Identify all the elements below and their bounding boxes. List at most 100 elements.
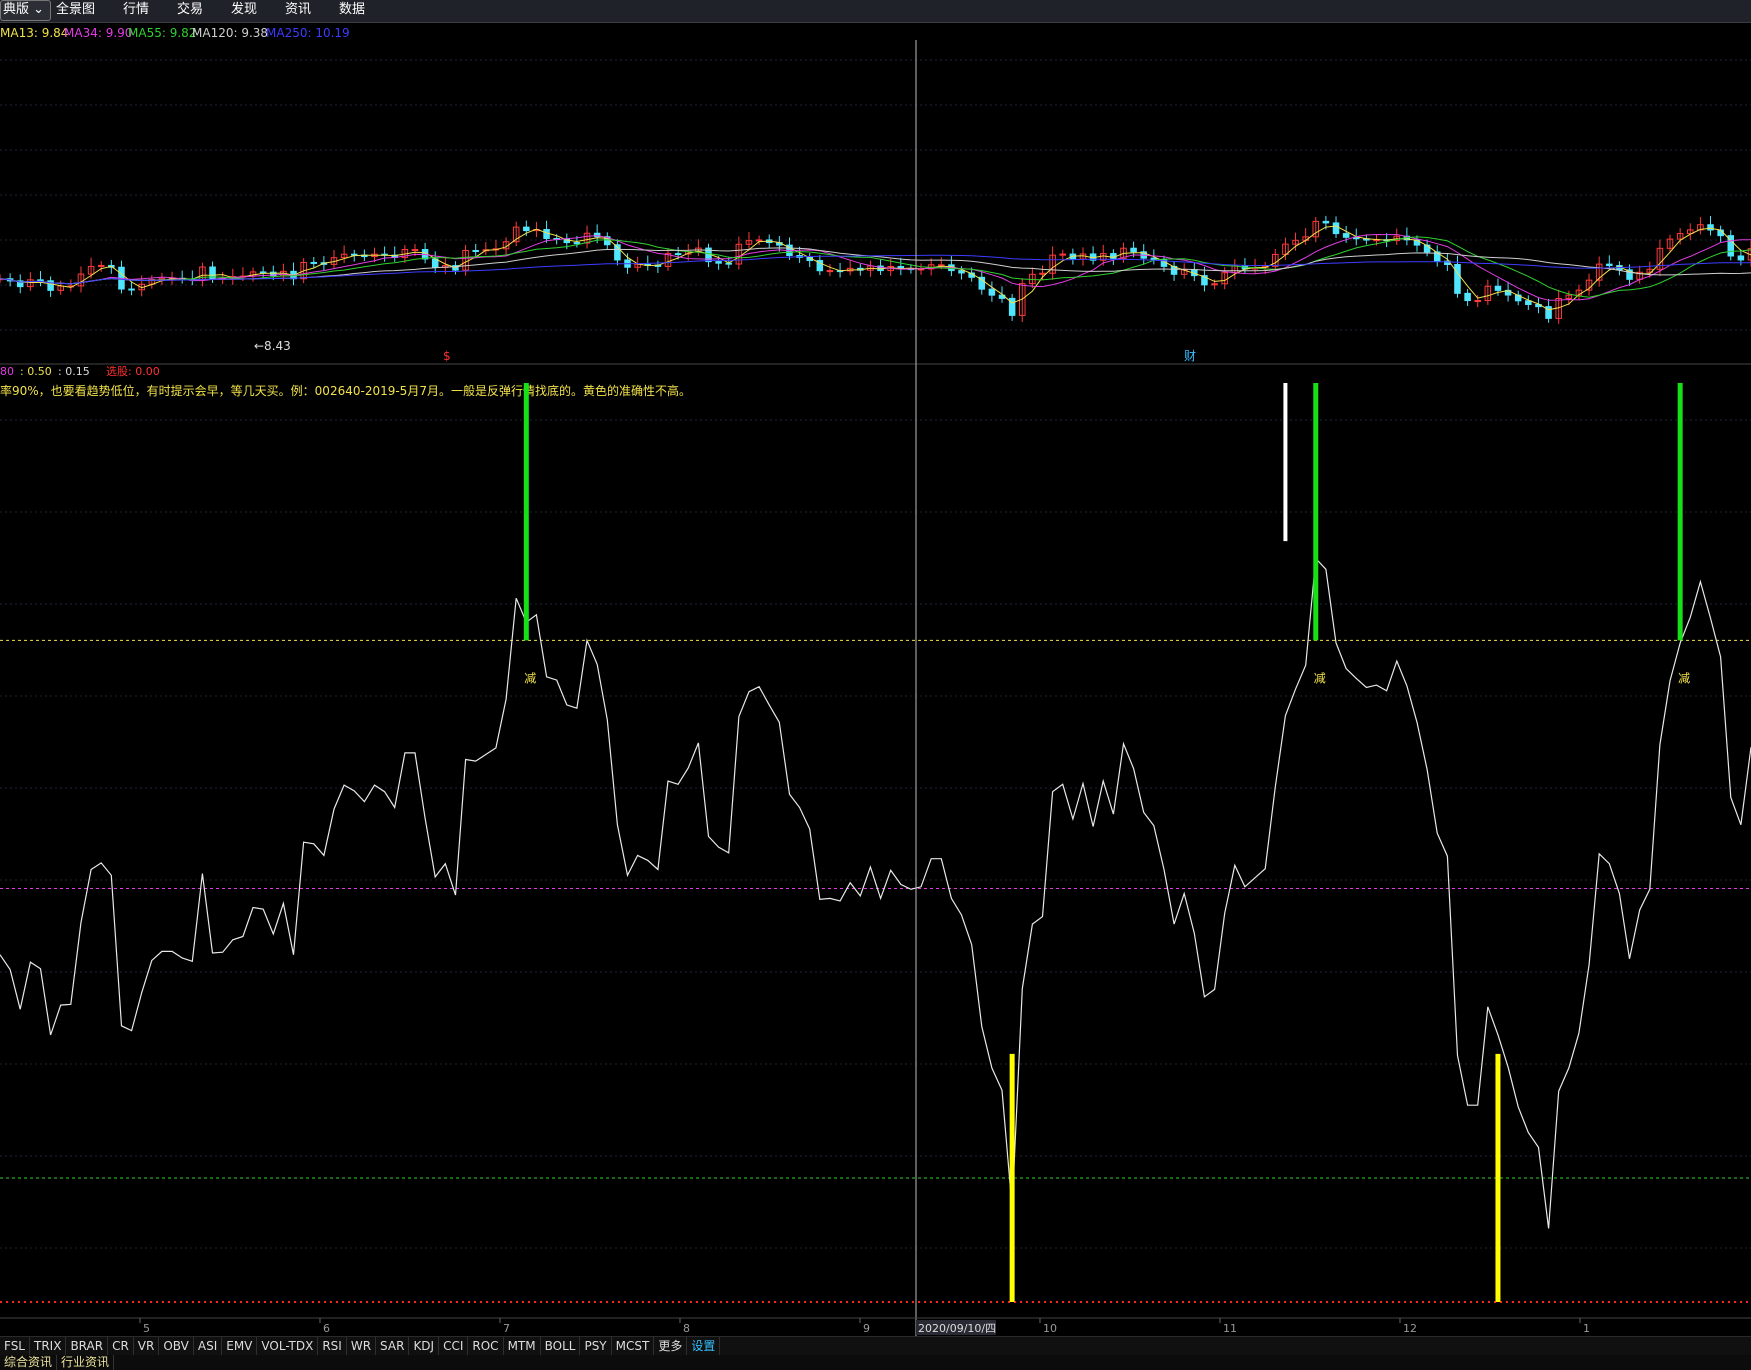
menu-item-news[interactable]: 资讯: [285, 0, 311, 20]
candle-body: [674, 253, 682, 256]
candle-body: [310, 261, 318, 264]
month-tick-label: 10: [1043, 1322, 1057, 1335]
tab-vr[interactable]: VR: [134, 1337, 160, 1355]
tab-obv[interactable]: OBV: [159, 1337, 194, 1355]
candle: [796, 246, 803, 263]
candle: [735, 236, 743, 270]
candle: [705, 243, 712, 268]
candle: [57, 280, 64, 295]
candle: [47, 276, 54, 297]
tab-rsi[interactable]: RSI: [318, 1337, 347, 1355]
low-price-label: ←8.43: [254, 339, 291, 353]
candle: [330, 249, 338, 269]
candle-body: [958, 270, 965, 274]
finance-marker[interactable]: 财: [1184, 349, 1196, 363]
candle: [1170, 260, 1178, 281]
candle: [1423, 239, 1431, 257]
month-tick-label: 7: [503, 1322, 510, 1335]
candle: [391, 246, 399, 262]
candle-body: [988, 288, 996, 296]
candle: [512, 221, 520, 247]
candle: [1464, 288, 1471, 307]
candle: [1514, 290, 1522, 306]
tab-mtm[interactable]: MTM: [504, 1337, 541, 1355]
edition-label: 典版: [3, 2, 30, 17]
tab-more[interactable]: 更多: [654, 1337, 688, 1355]
candle: [1059, 249, 1067, 260]
news-tab-bar: 综合资讯 行业资讯: [0, 1355, 1751, 1370]
param-2: : 0.50: [20, 365, 52, 378]
tab-fsl[interactable]: FSL: [0, 1337, 30, 1355]
chart-grid: [0, 59, 1751, 1249]
candle: [1433, 245, 1441, 267]
tab-kdj[interactable]: KDJ: [409, 1337, 440, 1355]
candle: [1049, 246, 1056, 280]
candle: [1312, 216, 1320, 243]
candle-body: [1322, 220, 1330, 224]
candle: [310, 256, 318, 269]
candle: [148, 275, 156, 289]
ma250-legend: MA250: 10.19: [266, 26, 350, 40]
candle: [340, 245, 348, 264]
candle-body: [1454, 263, 1461, 294]
indicator-line: [0, 557, 1751, 1229]
tab-cci[interactable]: CCI: [439, 1337, 469, 1355]
tab-mcst[interactable]: MCST: [612, 1337, 655, 1355]
candle: [1595, 256, 1603, 287]
dividend-marker[interactable]: $: [443, 349, 451, 363]
candle: [1697, 217, 1704, 235]
candle: [695, 239, 702, 257]
candle: [118, 260, 125, 294]
menu-item-data[interactable]: 数据: [339, 0, 365, 20]
ma34-legend: MA34: 9.90: [64, 26, 132, 40]
tab-asi[interactable]: ASI: [194, 1337, 223, 1355]
month-tick-label: 1: [1583, 1322, 1590, 1335]
candle: [948, 256, 955, 277]
tab-psy[interactable]: PSY: [580, 1337, 612, 1355]
candle-body: [128, 288, 135, 291]
candle-body: [1737, 255, 1745, 261]
candle: [978, 270, 986, 295]
candle: [816, 255, 824, 276]
menu-item-panorama[interactable]: 全景图: [56, 0, 95, 20]
month-tick-label: 12: [1403, 1322, 1417, 1335]
tab-settings[interactable]: 设置: [687, 1337, 721, 1355]
candle: [806, 253, 813, 268]
sell-signal-label: 减: [1314, 671, 1326, 685]
candle: [1231, 259, 1239, 280]
tab-vol-tdx[interactable]: VOL-TDX: [257, 1337, 319, 1355]
candle-body: [37, 279, 44, 282]
candle-body: [1342, 233, 1350, 238]
tab-trix[interactable]: TRIX: [30, 1337, 67, 1355]
candle: [604, 232, 611, 250]
edition-dropdown[interactable]: 典版 ⌄: [0, 0, 52, 21]
candle: [1008, 293, 1016, 321]
month-tick-label: 8: [683, 1322, 690, 1335]
menu-item-quotes[interactable]: 行情: [123, 0, 149, 20]
menu-item-trade[interactable]: 交易: [177, 0, 203, 20]
tab-brar[interactable]: BRAR: [66, 1337, 109, 1355]
candle-body: [826, 270, 834, 273]
candle: [482, 242, 490, 256]
menu-item-discover[interactable]: 发现: [231, 0, 257, 20]
candle: [826, 264, 834, 277]
tab-industry-news[interactable]: 行业资讯: [57, 1355, 115, 1370]
tab-boll[interactable]: BOLL: [541, 1337, 581, 1355]
candle: [158, 272, 166, 286]
tab-roc[interactable]: ROC: [468, 1337, 504, 1355]
candle: [1616, 261, 1623, 276]
select-stock-value: 选股: 0.00: [106, 365, 160, 378]
indicator-chart: 减减减: [0, 383, 1751, 1303]
tab-emv[interactable]: EMV: [222, 1337, 258, 1355]
chart-area[interactable]: MA13: 9.84 MA34: 9.90 MA55: 9.82 MA120: …: [0, 22, 1751, 1336]
month-tick-label: 6: [323, 1322, 330, 1335]
ma120-legend: MA120: 9.38: [192, 26, 268, 40]
tab-wr[interactable]: WR: [347, 1337, 377, 1355]
tab-sar[interactable]: SAR: [376, 1337, 410, 1355]
tab-cr[interactable]: CR: [108, 1337, 134, 1355]
candle: [583, 225, 591, 249]
candle-body: [411, 249, 419, 252]
candle: [1140, 244, 1147, 265]
tab-general-news[interactable]: 综合资讯: [0, 1355, 58, 1370]
ma13-legend: MA13: 9.84: [0, 26, 68, 40]
